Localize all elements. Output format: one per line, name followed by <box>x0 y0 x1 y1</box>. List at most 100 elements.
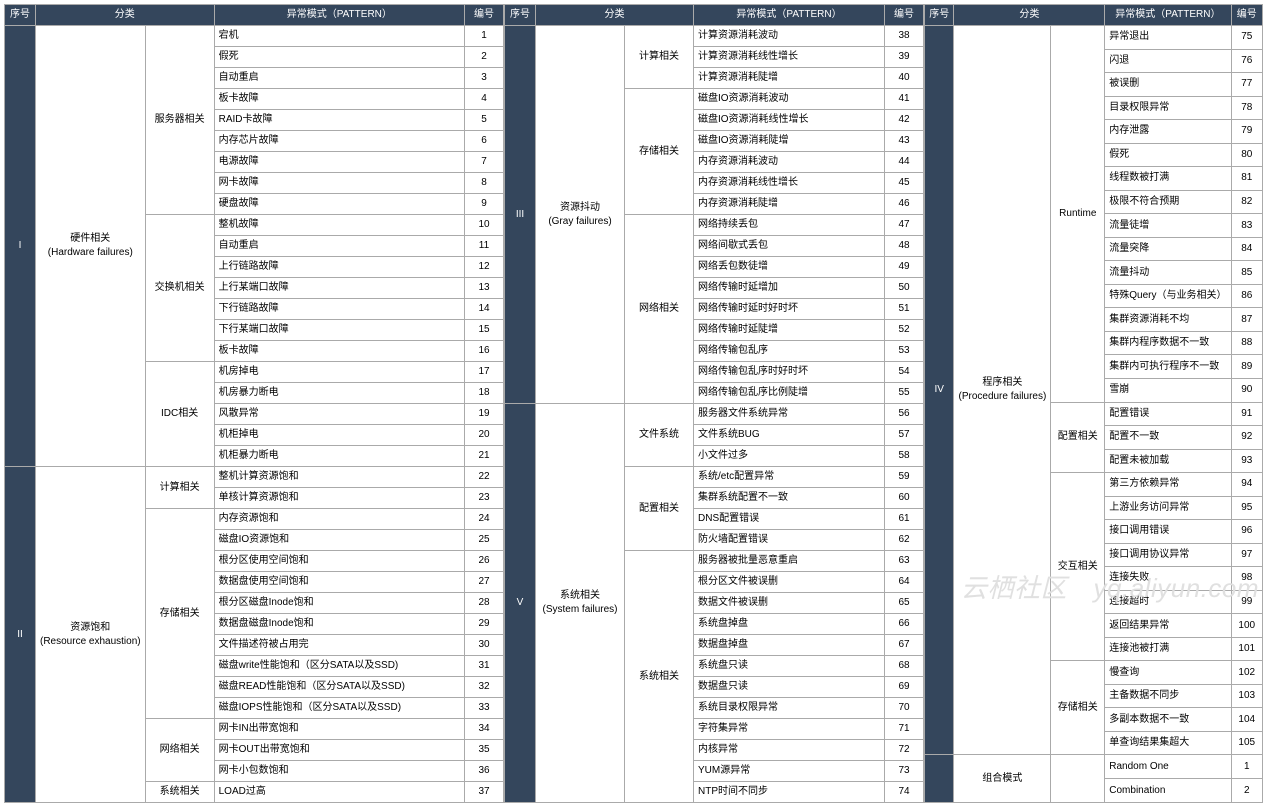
col-header-num: 编号 <box>465 5 504 26</box>
number-cell: 89 <box>1231 355 1263 379</box>
number-cell: 61 <box>885 509 924 530</box>
number-cell: 35 <box>465 740 504 761</box>
pattern-cell: 数据盘掉盘 <box>694 635 885 656</box>
col-header-cat: 分类 <box>954 5 1105 26</box>
number-cell: 23 <box>465 488 504 509</box>
number-cell: 20 <box>465 425 504 446</box>
number-cell: 42 <box>885 110 924 131</box>
number-cell: 39 <box>885 47 924 68</box>
pattern-cell: 机柜暴力断电 <box>214 446 464 467</box>
number-cell: 13 <box>465 278 504 299</box>
number-cell: 50 <box>885 278 924 299</box>
sub-category-cell: 系统相关 <box>145 782 214 803</box>
sub-category-cell: 网络相关 <box>625 215 694 404</box>
sub-category-cell: IDC相关 <box>145 362 214 467</box>
pattern-cell: 内核异常 <box>694 740 885 761</box>
pattern-cell: 磁盘IOPS性能饱和（区分SATA以及SSD) <box>214 698 464 719</box>
number-cell: 7 <box>465 152 504 173</box>
number-cell: 45 <box>885 173 924 194</box>
pattern-cell: 磁盘READ性能饱和（区分SATA以及SSD) <box>214 677 464 698</box>
pattern-cell: 数据盘使用空间饱和 <box>214 572 464 593</box>
number-cell: 47 <box>885 215 924 236</box>
pattern-cell: 下行某端口故障 <box>214 320 464 341</box>
pattern-cell: 自动重启 <box>214 68 464 89</box>
pattern-cell: 集群资源消耗不均 <box>1105 308 1231 332</box>
number-cell: 95 <box>1231 496 1263 520</box>
table-row: III资源抖动(Gray failures)计算相关计算资源消耗波动38 <box>505 26 924 47</box>
number-cell: 93 <box>1231 449 1263 473</box>
number-cell: 12 <box>465 257 504 278</box>
number-cell: 28 <box>465 593 504 614</box>
pattern-cell: 单核计算资源饱和 <box>214 488 464 509</box>
seq-cell: III <box>505 26 536 404</box>
pattern-cell: 文件描述符被占用完 <box>214 635 464 656</box>
number-cell: 86 <box>1231 284 1263 308</box>
anomaly-table-col-3: 序号分类异常模式（PATTERN）编号IV程序相关(Procedure fail… <box>924 4 1263 803</box>
col-header-pat: 异常模式（PATTERN） <box>694 5 885 26</box>
number-cell: 59 <box>885 467 924 488</box>
number-cell: 22 <box>465 467 504 488</box>
pattern-cell: 连接超时 <box>1105 590 1231 614</box>
pattern-cell: 机房暴力断电 <box>214 383 464 404</box>
number-cell: 53 <box>885 341 924 362</box>
sub-category-cell: 系统相关 <box>625 551 694 803</box>
pattern-cell: 流量突降 <box>1105 237 1231 261</box>
number-cell: 15 <box>465 320 504 341</box>
sub-category-cell: 计算相关 <box>145 467 214 509</box>
pattern-cell: 自动重启 <box>214 236 464 257</box>
pattern-cell: 内存资源消耗波动 <box>694 152 885 173</box>
pattern-cell: 上游业务访问异常 <box>1105 496 1231 520</box>
group-category-cell: 资源抖动(Gray failures) <box>536 26 625 404</box>
pattern-cell: 连接失败 <box>1105 567 1231 591</box>
number-cell: 14 <box>465 299 504 320</box>
pattern-cell: 内存资源饱和 <box>214 509 464 530</box>
number-cell: 49 <box>885 257 924 278</box>
number-cell: 30 <box>465 635 504 656</box>
pattern-cell: LOAD过高 <box>214 782 464 803</box>
pattern-cell: 计算资源消耗陡增 <box>694 68 885 89</box>
pattern-cell: 计算资源消耗波动 <box>694 26 885 47</box>
number-cell: 104 <box>1231 708 1263 732</box>
number-cell: 85 <box>1231 261 1263 285</box>
pattern-cell: 防火墙配置错误 <box>694 530 885 551</box>
col-header-cat: 分类 <box>536 5 694 26</box>
number-cell: 5 <box>465 110 504 131</box>
pattern-cell: 集群内可执行程序不一致 <box>1105 355 1231 379</box>
pattern-cell: 内存资源消耗陡增 <box>694 194 885 215</box>
sub-category-cell: Runtime <box>1051 26 1105 403</box>
pattern-cell: 第三方依赖异常 <box>1105 473 1231 497</box>
number-cell: 91 <box>1231 402 1263 426</box>
pattern-cell: 计算资源消耗线性增长 <box>694 47 885 68</box>
number-cell: 24 <box>465 509 504 530</box>
seq-cell: IV <box>925 26 954 755</box>
pattern-cell: 系统/etc配置异常 <box>694 467 885 488</box>
pattern-cell: 雪崩 <box>1105 378 1231 402</box>
col-header-seq: 序号 <box>5 5 36 26</box>
pattern-cell: 网络间歇式丢包 <box>694 236 885 257</box>
pattern-cell: 根分区磁盘Inode饱和 <box>214 593 464 614</box>
pattern-cell: 主备数据不同步 <box>1105 684 1231 708</box>
number-cell: 60 <box>885 488 924 509</box>
number-cell: 84 <box>1231 237 1263 261</box>
number-cell: 27 <box>465 572 504 593</box>
pattern-cell: 整机计算资源饱和 <box>214 467 464 488</box>
pattern-cell: 被误删 <box>1105 73 1231 97</box>
table-row: I硬件相关(Hardware failures)服务器相关宕机1 <box>5 26 504 47</box>
sub-category-cell: 交互相关 <box>1051 473 1105 661</box>
col-header-seq: 序号 <box>925 5 954 26</box>
number-cell: 9 <box>465 194 504 215</box>
number-cell: 87 <box>1231 308 1263 332</box>
pattern-cell: 网络传输时延增加 <box>694 278 885 299</box>
number-cell: 10 <box>465 215 504 236</box>
pattern-cell: 根分区使用空间饱和 <box>214 551 464 572</box>
number-cell: 3 <box>465 68 504 89</box>
col-header-num: 编号 <box>1231 5 1263 26</box>
pattern-cell: 接口调用协议异常 <box>1105 543 1231 567</box>
number-cell: 57 <box>885 425 924 446</box>
pattern-cell: 系统目录权限异常 <box>694 698 885 719</box>
pattern-cell: 服务器被批量恶意重启 <box>694 551 885 572</box>
pattern-cell: 网络丢包数徒增 <box>694 257 885 278</box>
sub-category-cell: 配置相关 <box>1051 402 1105 473</box>
number-cell: 1 <box>465 26 504 47</box>
number-cell: 67 <box>885 635 924 656</box>
